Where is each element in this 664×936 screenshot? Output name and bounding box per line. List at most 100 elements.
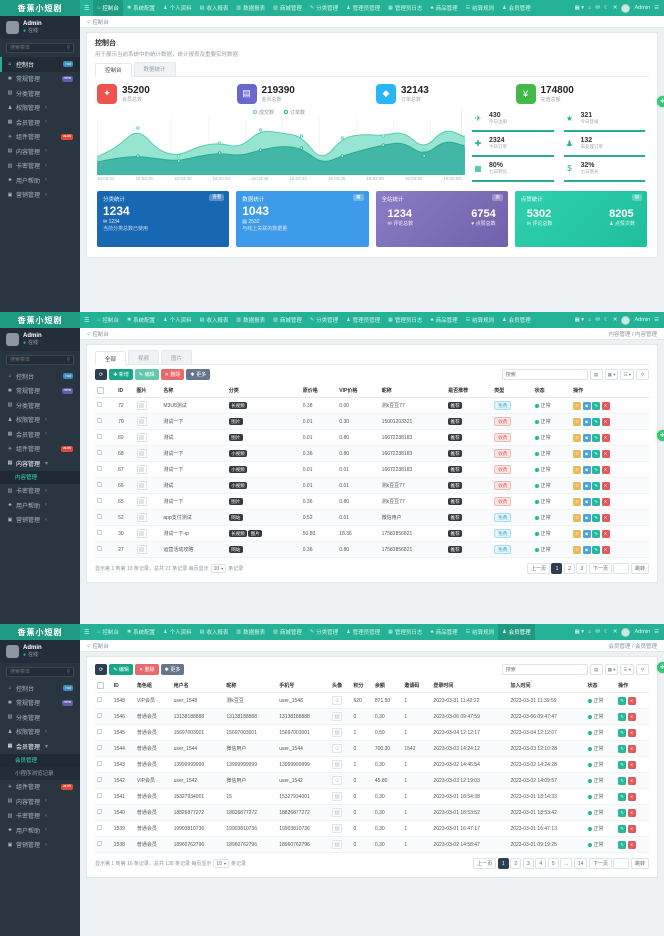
sidebar-item[interactable]: ▤ 内容管理 ▾: [0, 456, 80, 471]
delete-button[interactable]: ✕: [628, 713, 636, 721]
page-button[interactable]: 2: [510, 858, 521, 869]
breadcrumb-label[interactable]: 控制台: [92, 642, 109, 650]
table-row[interactable]: 1541 普通会员 15327934001 15 15327934001 ▨ 0…: [95, 789, 649, 805]
toolbar-button[interactable]: ✕ 删除: [135, 664, 159, 675]
sidebar-item[interactable]: ▧ 分类管理: [0, 86, 80, 101]
column-header[interactable]: [95, 679, 112, 693]
page-jump-button[interactable]: 跳转: [631, 563, 649, 574]
legend-item[interactable]: 成交数: [253, 109, 274, 116]
table-row[interactable]: 30 ▨ 测试一下-ip 长视频图片 50.80 18.36 175838568…: [95, 526, 649, 542]
edit-button[interactable]: ✎: [592, 514, 600, 522]
toolbar-button[interactable]: ✱ 更多: [186, 369, 210, 380]
sidebar-item[interactable]: ✱ 常规管理 new: [0, 696, 80, 711]
sidebar-item[interactable]: ▥ 卡密管理 ‹: [0, 809, 80, 824]
row-checkbox[interactable]: [97, 745, 102, 750]
table-row[interactable]: 69 ▨ 测试 图片 0.01 0.80 16672238183 推荐: [95, 430, 649, 446]
breadcrumb-label[interactable]: 控制台: [92, 330, 109, 338]
apps-dropdown[interactable]: ▦ ▾: [574, 317, 584, 323]
fullscreen-icon[interactable]: ✕: [613, 629, 618, 635]
sidebar-search[interactable]: ⚲: [6, 355, 74, 365]
preview-button[interactable]: ◉: [583, 450, 591, 458]
search-input[interactable]: [502, 664, 588, 675]
toolbar-button[interactable]: ✚ 新增: [109, 369, 133, 380]
moon-icon[interactable]: ☾: [604, 317, 609, 323]
edit-button[interactable]: ✎: [592, 498, 600, 506]
page-button[interactable]: 5: [548, 858, 559, 869]
tab[interactable]: 视频: [128, 350, 159, 364]
sidebar-item[interactable]: ▥ 卡密管理 ‹: [0, 484, 80, 499]
sort-button[interactable]: ≡: [573, 450, 581, 458]
home-icon[interactable]: ⌂: [588, 317, 591, 323]
delete-button[interactable]: ✕: [602, 434, 610, 442]
tab[interactable]: 控制台: [95, 63, 132, 77]
nav-item[interactable]: ♟ 会员管理: [498, 624, 535, 640]
breadcrumb-label[interactable]: 控制台: [92, 18, 109, 26]
delete-button[interactable]: ✕: [602, 482, 610, 490]
moon-icon[interactable]: ☾: [604, 629, 609, 635]
row-checkbox[interactable]: [97, 809, 102, 814]
nav-item[interactable]: ☰ 结算规则: [462, 312, 499, 328]
sidebar-item[interactable]: ♟ 权限管理 ‹: [0, 413, 80, 428]
column-header[interactable]: 操作: [616, 679, 649, 693]
search-input[interactable]: [502, 369, 588, 380]
preview-button[interactable]: ◉: [583, 482, 591, 490]
delete-button[interactable]: ✕: [628, 793, 636, 801]
edit-button[interactable]: ✎: [592, 482, 600, 490]
refresh-button[interactable]: ⟳: [95, 369, 107, 380]
sidebar-item[interactable]: ▧ 分类管理: [0, 710, 80, 725]
column-header[interactable]: 角色组: [135, 679, 172, 693]
edit-button[interactable]: ✎: [618, 777, 626, 785]
page-button[interactable]: 1: [551, 563, 562, 574]
search-icon[interactable]: ⚲: [636, 664, 649, 675]
edit-button[interactable]: ✎: [592, 546, 600, 554]
summary-card-corner-badge[interactable]: ▥: [492, 194, 502, 201]
row-checkbox[interactable]: [97, 841, 102, 846]
sidebar-item[interactable]: ⌂ 控制台 hot: [0, 369, 80, 384]
column-header[interactable]: 昵称: [224, 679, 277, 693]
sidebar-item[interactable]: ♣ 用户帮助 ‹: [0, 498, 80, 513]
column-header[interactable]: 手机号: [277, 679, 330, 693]
sidebar-item[interactable]: ♟ 权限管理 ‹: [0, 725, 80, 740]
column-header[interactable]: 邀请码: [402, 679, 431, 693]
column-header[interactable]: 登录时间: [431, 679, 508, 693]
row-checkbox[interactable]: [97, 418, 102, 423]
image-placeholder-icon[interactable]: ▨: [332, 728, 342, 737]
apps-dropdown[interactable]: ▦ ▾: [574, 629, 584, 635]
sidebar-item[interactable]: ▤ 内容管理 ‹: [0, 144, 80, 159]
column-header[interactable]: 类型: [492, 384, 532, 398]
row-checkbox[interactable]: [97, 729, 102, 734]
row-checkbox[interactable]: [97, 825, 102, 830]
image-placeholder-icon[interactable]: ▨: [137, 465, 147, 474]
image-placeholder-icon[interactable]: ▨: [332, 840, 342, 849]
summary-card-corner-badge[interactable]: ▦: [353, 194, 363, 201]
page-button[interactable]: 下一页: [589, 563, 612, 574]
sort-button[interactable]: ≡: [573, 482, 581, 490]
delete-button[interactable]: ✕: [602, 450, 610, 458]
sidebar-item[interactable]: ▣ 营销管理 ‹: [0, 838, 80, 853]
settings-icon[interactable]: ☰: [654, 5, 659, 11]
mail-icon[interactable]: ✉: [595, 317, 600, 323]
edit-button[interactable]: ✎: [592, 434, 600, 442]
avatar[interactable]: [621, 4, 630, 13]
help-float-button[interactable]: ✚: [657, 96, 664, 107]
mail-icon[interactable]: ✉: [595, 629, 600, 635]
preview-button[interactable]: ◉: [583, 418, 591, 426]
nav-item[interactable]: ♟ 管理员管理: [342, 0, 384, 16]
edit-button[interactable]: ✎: [618, 809, 626, 817]
settings-icon[interactable]: ☰: [654, 317, 659, 323]
table-row[interactable]: 1539 普通会员 19903810736 19903810736 199038…: [95, 821, 649, 837]
sidebar-profile[interactable]: Admin ●在线: [0, 328, 80, 351]
sort-button[interactable]: ≡: [573, 498, 581, 506]
person-avatar-icon[interactable]: ☺: [332, 776, 342, 785]
username[interactable]: Admin: [634, 317, 650, 323]
columns-icon[interactable]: ▦ ▾: [605, 664, 619, 675]
sidebar-item[interactable]: ✱ 常规管理 new: [0, 72, 80, 87]
column-header[interactable]: VIP价格: [337, 384, 379, 398]
refresh-button[interactable]: ⟳: [95, 664, 107, 675]
sidebar-item[interactable]: 会员管理: [0, 754, 80, 767]
table-row[interactable]: 1548 VIP会员 user_1548 测k豆豆 user_1548 ☺ 62…: [95, 693, 649, 709]
table-row[interactable]: 1542 VIP会员 user_1542 微信用户 user_1542 ☺ 0 …: [95, 773, 649, 789]
preview-button[interactable]: ◉: [583, 546, 591, 554]
delete-button[interactable]: ✕: [628, 697, 636, 705]
image-placeholder-icon[interactable]: ▨: [137, 545, 147, 554]
